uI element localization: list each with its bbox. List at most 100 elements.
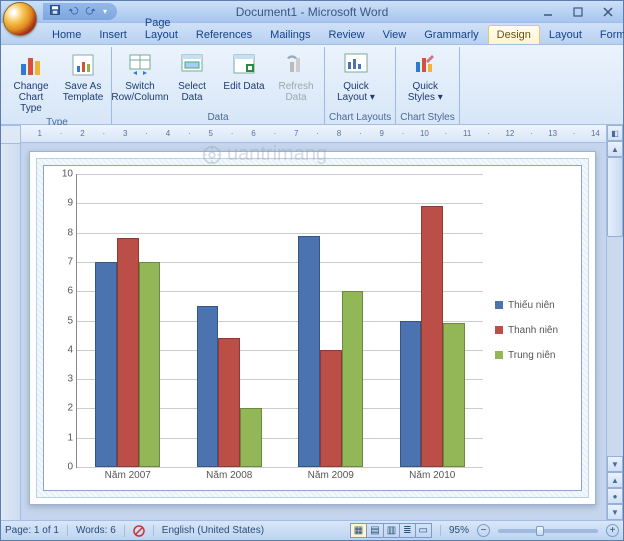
- office-button[interactable]: [3, 2, 37, 36]
- outline-view-icon[interactable]: ≣: [400, 523, 415, 538]
- browse-next-icon[interactable]: ▼: [607, 504, 623, 520]
- legend-swatch: [495, 326, 503, 334]
- legend-label: Thanh niên: [508, 325, 558, 336]
- status-page[interactable]: Page: 1 of 1: [5, 525, 59, 536]
- y-axis-tick: 7: [67, 256, 73, 267]
- group-type: Change Chart Type Save As Template Type: [3, 47, 112, 124]
- legend-swatch: [495, 351, 503, 359]
- vertical-scrollbar[interactable]: ◧ ▲ ▼ ▲ ● ▼: [606, 125, 623, 520]
- tab-design[interactable]: Design: [488, 25, 540, 44]
- y-axis-tick: 1: [67, 432, 73, 443]
- legend-item: Thiếu niên: [495, 300, 577, 311]
- status-words[interactable]: Words: 6: [67, 525, 116, 536]
- refresh-icon: [282, 51, 310, 79]
- redo-icon[interactable]: [85, 4, 97, 19]
- status-bar: Page: 1 of 1 Words: 6 English (United St…: [1, 520, 623, 540]
- chart-bar: [421, 206, 443, 467]
- ruler-toggle-icon[interactable]: ◧: [607, 125, 623, 141]
- edit-data-button[interactable]: Edit Data: [220, 49, 268, 111]
- select-data-button[interactable]: Select Data: [168, 49, 216, 111]
- group-data: Switch Row/Column Select Data Edit Data …: [112, 47, 325, 124]
- y-axis-tick: 6: [67, 286, 73, 297]
- y-axis-tick: 8: [67, 227, 73, 238]
- y-axis-tick: 0: [67, 462, 73, 473]
- horizontal-ruler: 1·2·3·4·5·6·7·8·9·10·11·12·13·14: [21, 125, 606, 143]
- save-as-template-button[interactable]: Save As Template: [59, 49, 107, 116]
- tab-view[interactable]: View: [374, 25, 416, 44]
- chart-bar: [218, 338, 240, 467]
- chart-legend: Thiếu niên Thanh niên Trung niên: [487, 174, 577, 486]
- chevron-down-icon: ▾: [438, 92, 443, 103]
- legend-label: Trung niên: [508, 350, 555, 361]
- qat-customize-icon[interactable]: ▾: [103, 7, 107, 16]
- template-icon: [69, 51, 97, 79]
- x-axis-tick: Năm 2007: [105, 470, 151, 481]
- x-axis-tick: Năm 2010: [409, 470, 455, 481]
- vertical-ruler: [1, 125, 21, 520]
- chart-object[interactable]: 012345678910Năm 2007Năm 2008Năm 2009Năm …: [36, 158, 589, 498]
- tab-mailings[interactable]: Mailings: [261, 25, 319, 44]
- status-language[interactable]: English (United States): [153, 525, 264, 536]
- quick-styles-button[interactable]: Quick Styles ▾: [400, 49, 450, 111]
- ribbon: Change Chart Type Save As Template Type …: [1, 45, 623, 125]
- quick-styles-icon: [411, 51, 439, 79]
- x-axis-tick: Năm 2009: [308, 470, 354, 481]
- select-data-icon: [178, 51, 206, 79]
- tab-grammarly[interactable]: Grammarly: [415, 25, 487, 44]
- status-zoom[interactable]: 95%: [440, 525, 469, 536]
- change-chart-type-button[interactable]: Change Chart Type: [7, 49, 55, 116]
- scroll-down-icon[interactable]: ▼: [607, 456, 623, 472]
- zoom-in-icon[interactable]: +: [606, 524, 619, 537]
- tab-layout[interactable]: Layout: [540, 25, 591, 44]
- print-layout-view-icon[interactable]: ▦: [350, 523, 367, 538]
- tab-review[interactable]: Review: [320, 25, 374, 44]
- legend-swatch: [495, 301, 503, 309]
- group-chart-styles: Quick Styles ▾ Chart Styles: [396, 47, 459, 124]
- x-axis-tick: Năm 2008: [206, 470, 252, 481]
- group-label-chart-layouts: Chart Layouts: [329, 111, 391, 124]
- tab-references[interactable]: References: [187, 25, 261, 44]
- chart-bar: [320, 350, 342, 467]
- quick-layout-button[interactable]: Quick Layout ▾: [329, 49, 383, 111]
- chart-bar: [400, 321, 422, 468]
- legend-item: Thanh niên: [495, 325, 577, 336]
- chart-plot-area: 012345678910Năm 2007Năm 2008Năm 2009Năm …: [43, 165, 582, 491]
- y-axis-tick: 2: [67, 403, 73, 414]
- status-proofing-icon[interactable]: [124, 525, 145, 537]
- switch-row-column-button[interactable]: Switch Row/Column: [116, 49, 164, 111]
- browse-object-icon[interactable]: ●: [607, 488, 623, 504]
- web-layout-view-icon[interactable]: ▥: [384, 523, 400, 538]
- close-button[interactable]: [593, 2, 623, 22]
- group-label-data: Data: [116, 111, 320, 124]
- scrollbar-thumb[interactable]: [607, 157, 623, 237]
- chart-bar: [117, 238, 139, 467]
- undo-icon[interactable]: [67, 4, 79, 19]
- zoom-out-icon[interactable]: −: [477, 524, 490, 537]
- draft-view-icon[interactable]: ▭: [416, 523, 432, 538]
- minimize-button[interactable]: [533, 2, 563, 22]
- chevron-down-icon: ▾: [370, 92, 375, 103]
- view-buttons: ▦ ▤ ▥ ≣ ▭: [350, 523, 432, 538]
- save-icon[interactable]: [49, 4, 61, 19]
- tab-format[interactable]: Format: [591, 25, 624, 44]
- chart-bar: [443, 323, 465, 467]
- group-label-chart-styles: Chart Styles: [400, 111, 454, 124]
- tab-page-layout[interactable]: Page Layout: [136, 13, 187, 44]
- ribbon-tabs: Home Insert Page Layout References Maili…: [1, 23, 623, 45]
- tab-home[interactable]: Home: [43, 25, 90, 44]
- chart-type-icon: [17, 51, 45, 79]
- refresh-data-button[interactable]: Refresh Data: [272, 49, 320, 111]
- tab-insert[interactable]: Insert: [90, 25, 136, 44]
- legend-item: Trung niên: [495, 350, 577, 361]
- y-axis-tick: 10: [62, 169, 73, 180]
- y-axis-tick: 5: [67, 315, 73, 326]
- full-screen-view-icon[interactable]: ▤: [367, 523, 383, 538]
- quick-layout-icon: [342, 51, 370, 79]
- zoom-slider[interactable]: [498, 529, 598, 533]
- chart-bar: [298, 236, 320, 467]
- switch-icon: [126, 51, 154, 79]
- maximize-button[interactable]: [563, 2, 593, 22]
- chart-bar: [95, 262, 117, 467]
- browse-prev-icon[interactable]: ▲: [607, 472, 623, 488]
- scroll-up-icon[interactable]: ▲: [607, 141, 623, 157]
